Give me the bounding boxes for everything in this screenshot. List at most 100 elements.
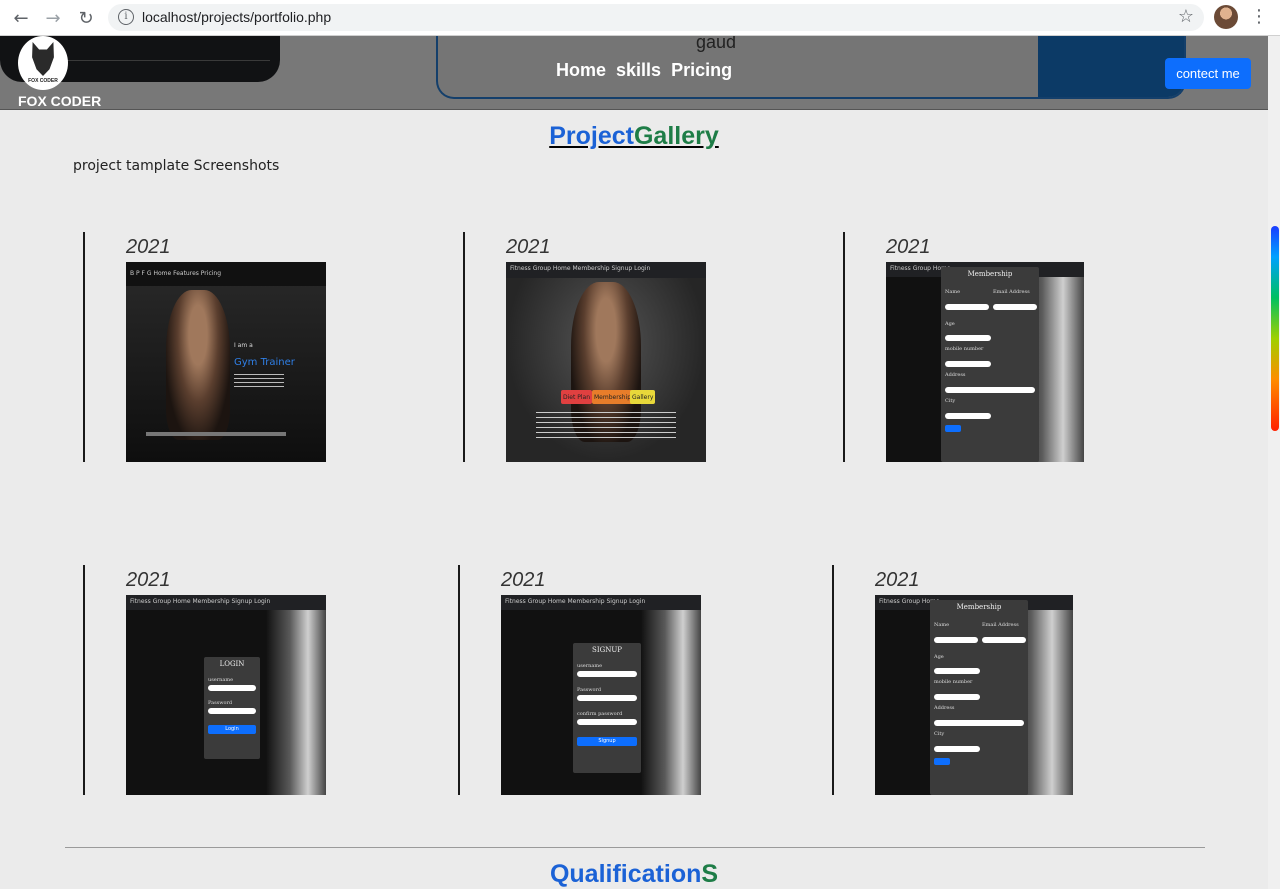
athlete-background [641, 610, 701, 795]
project-year: 2021 [126, 236, 171, 258]
form-submit-button [945, 425, 961, 432]
form-label: Age [934, 654, 944, 660]
bookmark-star-icon[interactable]: ☆ [1178, 6, 1194, 27]
form-label: City [934, 731, 945, 737]
form-label: username [577, 663, 603, 669]
form-field [934, 637, 978, 643]
form-field [934, 668, 980, 674]
form-label: City [945, 398, 956, 404]
url-text[interactable]: localhost/projects/portfolio.php [142, 9, 331, 25]
form-label: Name [945, 289, 961, 295]
form-field [934, 720, 1024, 726]
project-screenshot[interactable]: Fitness Group Home Membership Signup Log… [506, 262, 706, 462]
signup-button: Signup [577, 737, 637, 746]
contact-button[interactable]: contect me [1165, 58, 1251, 89]
form-field [934, 746, 980, 752]
project-card: 2021 Fitness Group Home Membership Signu… [458, 565, 701, 795]
form-label: Address [934, 705, 955, 711]
form-field [945, 335, 991, 341]
login-title: LOGIN [219, 660, 245, 668]
form-field [208, 685, 256, 691]
membership-button: Membership [592, 390, 634, 404]
profile-avatar[interactable] [1214, 5, 1238, 29]
browser-menu-icon[interactable]: ⋮ [1250, 6, 1268, 27]
gallery-subtitle: project tamplate Screenshots [73, 158, 280, 174]
form-field [993, 304, 1037, 310]
form-field [934, 694, 980, 700]
page-scrollbar[interactable] [1268, 36, 1280, 889]
section-divider [65, 847, 1205, 848]
form-label: mobile number [945, 346, 984, 352]
gallery-title-part1: Project [549, 122, 634, 150]
wolf-head-icon [32, 42, 54, 76]
form-field [577, 719, 637, 725]
shot-navbar: Fitness Group Home Membership Signup Log… [506, 262, 706, 278]
shot-navbar-text: Fitness Group Home Membership Signup Log… [130, 598, 271, 605]
project-screenshot[interactable]: Fitness Group Home Membership Name Email… [886, 262, 1084, 462]
form-label: Password [208, 700, 233, 706]
site-header: gaud Home skills Pricing contect me [0, 36, 1268, 110]
project-card: 2021 Fitness Group Home Membership Name … [843, 232, 1084, 462]
shot-navbar-text: B P F G Home Features Pricing [130, 270, 222, 277]
project-year: 2021 [501, 569, 546, 591]
form-submit-button [934, 758, 950, 765]
scrollbar-thumb[interactable] [1271, 226, 1279, 431]
gallery-title-part2: Gallery [633, 122, 719, 150]
brand-divider [66, 60, 270, 61]
form-field [982, 637, 1026, 643]
reload-icon[interactable]: ↻ [74, 6, 98, 30]
form-field [945, 361, 991, 367]
form-field [945, 304, 989, 310]
project-screenshot[interactable]: Fitness Group Home Membership Signup Log… [126, 595, 326, 795]
form-title: Membership [956, 603, 1002, 611]
project-year: 2021 [126, 569, 171, 591]
project-card: 2021 B P F G Home Features Pricing I am … [83, 232, 326, 462]
form-panel: Membership Name Email Address Age mobile… [930, 600, 1028, 795]
back-arrow-icon[interactable]: ← [9, 6, 33, 30]
nav-skills[interactable]: skills [616, 60, 661, 81]
signup-title: SIGNUP [592, 646, 622, 654]
gallery-title: ProjectGallery [0, 122, 1268, 151]
form-label: Age [945, 321, 955, 327]
athlete-background [266, 610, 326, 795]
qualifications-title-part2: S [701, 860, 719, 888]
project-screenshot[interactable]: Fitness Group Home Membership Name Email… [875, 595, 1073, 795]
shot-navbar: B P F G Home Features Pricing [126, 262, 326, 286]
form-label: mobile number [934, 679, 973, 685]
nav-pricing[interactable]: Pricing [671, 60, 732, 81]
shot-navbar: Fitness Group Home Membership Signup Log… [501, 595, 701, 610]
form-label: Email Address [993, 289, 1030, 295]
form-field [208, 708, 256, 714]
gallery-button: Gallery [630, 390, 656, 404]
login-panel: LOGIN username Password Login [204, 657, 260, 759]
project-card: 2021 Fitness Group Home Membership Signu… [463, 232, 706, 462]
qualifications-title-part1: Qualification [549, 860, 702, 888]
logo-tag: FOX CODER [28, 78, 58, 84]
header-top-text: gaud [696, 36, 737, 52]
browser-toolbar: ← → ↻ i localhost/projects/portfolio.php… [0, 0, 1280, 36]
project-screenshot[interactable]: B P F G Home Features Pricing I am a Gym… [126, 262, 326, 462]
form-field [577, 671, 637, 677]
project-card: 2021 Fitness Group Home Membership Signu… [83, 565, 326, 795]
form-field [945, 387, 1035, 393]
brand-name[interactable]: FOX CODER [18, 93, 101, 109]
form-field [577, 695, 637, 701]
athlete-figure [166, 290, 230, 440]
form-panel: Membership Name Email Address Age mobile… [941, 267, 1039, 462]
form-label: username [208, 677, 234, 683]
site-info-icon[interactable]: i [118, 9, 134, 25]
form-label: Password [577, 687, 602, 693]
project-card: 2021 Fitness Group Home Membership Name … [832, 565, 1073, 795]
nav-panel: gaud Home skills Pricing [436, 36, 1186, 99]
nav-home[interactable]: Home [556, 60, 606, 81]
barbell [146, 432, 286, 436]
address-bar[interactable]: i localhost/projects/portfolio.php ☆ [108, 4, 1204, 31]
shot-caption-small: I am a [234, 342, 253, 349]
form-label: Name [934, 622, 950, 628]
form-label: confirm password [577, 711, 623, 717]
forward-arrow-icon[interactable]: → [41, 6, 65, 30]
project-screenshot[interactable]: Fitness Group Home Membership Signup Log… [501, 595, 701, 795]
form-title: Membership [967, 270, 1013, 278]
form-field [945, 413, 991, 419]
fox-logo-icon[interactable]: FOX CODER [18, 36, 68, 90]
